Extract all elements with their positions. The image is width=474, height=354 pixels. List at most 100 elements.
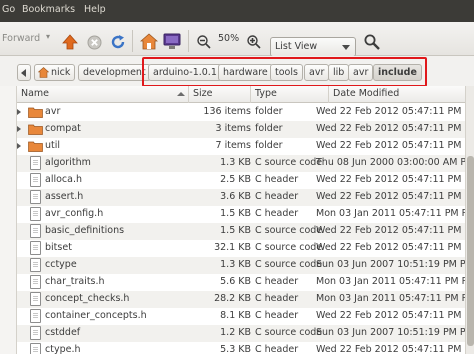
file-type: C header [255, 191, 299, 202]
file-size: 2.5 KB [220, 174, 251, 185]
file-icon [30, 309, 41, 323]
file-row[interactable]: util 7 items folder Wed 22 Feb 2012 05:47:1… [17, 138, 465, 155]
file-row[interactable]: concept_checks.h 28.2 KB C header Mon 03 Ja… [17, 291, 465, 308]
column-header-name[interactable]: Name [17, 86, 189, 103]
breadcrumb-label: arduino-1.0.1 [153, 67, 217, 78]
reload-icon[interactable] [110, 34, 126, 50]
breadcrumb-avr[interactable]: avr [348, 64, 374, 81]
file-size: 8.1 KB [220, 310, 251, 321]
toolbar-separator [132, 30, 133, 52]
breadcrumb-nick[interactable]: nick [34, 64, 76, 81]
vertical-scrollbar[interactable] [465, 86, 474, 354]
search-icon[interactable] [364, 34, 380, 50]
stop-icon[interactable] [87, 35, 102, 50]
file-row[interactable]: avr_config.h 1.5 KB C header Mon 03 Jan 201… [17, 206, 465, 223]
file-type: C header [255, 293, 299, 304]
folder-icon [28, 124, 43, 135]
menu-help[interactable]: Help [84, 4, 106, 15]
file-row[interactable]: assert.h 3.6 KB C header Wed 22 Feb 2012 05… [17, 189, 465, 206]
computer-icon[interactable] [163, 33, 181, 50]
file-name: cctype [45, 259, 77, 270]
file-row[interactable]: alloca.h 2.5 KB C header Wed 22 Feb 2012 05… [17, 172, 465, 189]
file-icon [30, 207, 41, 221]
file-size: 3 items [215, 123, 251, 134]
expand-arrow-icon[interactable] [17, 126, 21, 132]
breadcrumb-hardware[interactable]: hardware [218, 64, 273, 81]
file-icon [30, 190, 41, 204]
sort-ascending-icon [177, 92, 185, 96]
file-row[interactable]: avr 136 items folder Wed 22 Feb 2012 05:47:… [17, 104, 465, 121]
zoom-in-icon[interactable] [247, 35, 261, 49]
expand-arrow-icon[interactable] [17, 109, 21, 115]
file-icon [30, 224, 41, 238]
file-size: 1.5 KB [220, 208, 251, 219]
file-type: C source code [255, 259, 323, 270]
column-header-label: Type [255, 88, 277, 99]
file-row[interactable]: cstddef 1.2 KB C source code Sun 03 Jun 200… [17, 325, 465, 342]
file-size: 32.1 KB [214, 242, 251, 253]
breadcrumb-label: lib [333, 67, 345, 78]
file-size: 5.6 KB [220, 276, 251, 287]
file-row[interactable]: ctype.h 5.3 KB C header Wed 22 Feb 2012 05:… [17, 342, 465, 354]
path-scroll-left-button[interactable] [17, 64, 31, 81]
file-name: alloca.h [45, 174, 82, 185]
file-date-modified: Mon 03 Jan 2011 05:47:11 PM PST [316, 208, 465, 219]
file-date-modified: Wed 22 Feb 2012 05:47:11 PM PST [316, 123, 465, 134]
file-size: 1.5 KB [220, 225, 251, 236]
toolbar: Forward ▾ 50% List View [0, 22, 474, 57]
breadcrumb-lib[interactable]: lib [328, 64, 350, 81]
breadcrumb-include[interactable]: include [373, 64, 422, 81]
column-header-date-modified[interactable]: Date Modified [329, 86, 465, 103]
breadcrumb-development[interactable]: development [78, 64, 151, 81]
file-row[interactable]: cctype 1.3 KB C source code Sun 03 Jun 2007… [17, 257, 465, 274]
file-icon [30, 326, 41, 340]
file-name: avr [45, 106, 61, 117]
file-date-modified: Wed 22 Feb 2012 05:47:11 PM PST [316, 174, 465, 185]
forward-button[interactable]: Forward [2, 33, 40, 44]
file-size: 1.3 KB [220, 259, 251, 270]
file-name: assert.h [45, 191, 84, 202]
view-mode-select[interactable]: List View [270, 37, 356, 57]
menu-bookmarks[interactable]: Bookmarks [22, 4, 75, 15]
file-name: algorithm [45, 157, 91, 168]
file-row[interactable]: compat 3 items folder Wed 22 Feb 2012 05:47… [17, 121, 465, 138]
file-row[interactable]: algorithm 1.3 KB C source code Thu 08 Jun 2… [17, 155, 465, 172]
home-icon[interactable] [140, 33, 158, 50]
file-row[interactable]: container_concepts.h 8.1 KB C header Wed 22… [17, 308, 465, 325]
file-type: C header [255, 276, 299, 287]
file-row[interactable]: basic_definitions 1.5 KB C source code Wed … [17, 223, 465, 240]
file-type: folder [255, 123, 283, 134]
file-name: avr_config.h [45, 208, 104, 219]
chevron-down-icon [342, 45, 350, 50]
file-size: 5.3 KB [220, 344, 251, 354]
file-date-modified: Mon 03 Jan 2011 05:47:11 PM PST [316, 293, 465, 304]
file-name: ctype.h [45, 344, 81, 354]
breadcrumb-tools[interactable]: tools [270, 64, 303, 81]
file-date-modified: Wed 22 Feb 2012 05:47:11 PM PST [316, 191, 465, 202]
forward-dropdown-icon[interactable]: ▾ [46, 32, 50, 41]
file-type: C source code [255, 327, 323, 338]
file-name: cstddef [45, 327, 81, 338]
file-type: C header [255, 310, 299, 321]
file-row[interactable]: char_traits.h 5.6 KB C header Mon 03 Jan 20… [17, 274, 465, 291]
zoom-out-icon[interactable] [197, 35, 211, 49]
folder-icon [28, 141, 43, 152]
file-type: C source code [255, 225, 323, 236]
breadcrumb-label: avr [353, 67, 369, 78]
up-arrow-icon[interactable] [62, 34, 78, 50]
file-list: Name Size Type Date Modified avr 136 item… [16, 86, 465, 354]
breadcrumb-avr[interactable]: avr [304, 64, 330, 81]
file-name: basic_definitions [45, 225, 125, 236]
file-date-modified: Wed 22 Feb 2012 05:47:11 PM PST [316, 344, 465, 354]
breadcrumb-arduino[interactable]: arduino-1.0.1 [148, 64, 222, 81]
expand-arrow-icon[interactable] [17, 143, 21, 149]
breadcrumb-label: hardware [223, 67, 268, 78]
file-date-modified: Mon 03 Jan 2011 05:47:11 PM PST [316, 276, 465, 287]
scrollbar-thumb[interactable] [467, 156, 474, 346]
menu-go[interactable]: Go [2, 4, 15, 15]
column-header-size[interactable]: Size [189, 86, 251, 103]
file-icon [30, 156, 41, 170]
file-row[interactable]: bitset 32.1 KB C source code Wed 22 Feb 201… [17, 240, 465, 257]
file-type: folder [255, 106, 283, 117]
column-header-type[interactable]: Type [251, 86, 329, 103]
